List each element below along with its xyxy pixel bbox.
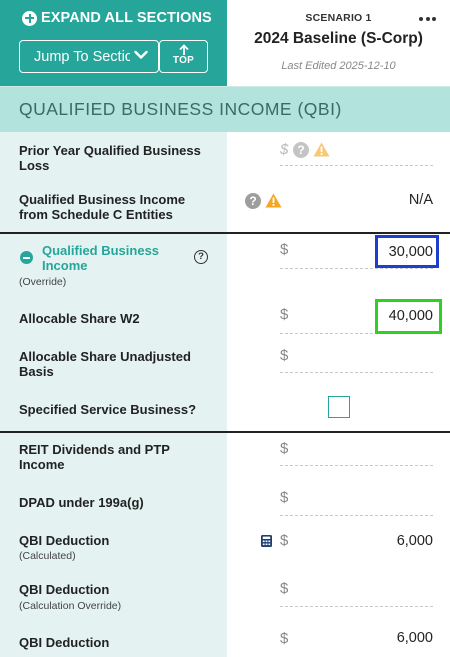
w2-currency: $ [280, 306, 289, 323]
header-toolbar: EXPAND ALL SECTIONS Jump To Section TOP [0, 0, 227, 86]
section-title: QUALIFIED BUSINESS INCOME (QBI) [19, 99, 342, 119]
calculator-icon [261, 535, 272, 547]
qbi-deduction-override-input[interactable] [280, 606, 433, 607]
qbi-deduction-calc-sublabel: (Calculated) [19, 550, 76, 562]
qbi-deduction-calc-value: 6,000 [396, 533, 433, 549]
qbi-deduction-override-currency: $ [280, 580, 289, 597]
jump-to-section-select[interactable]: Jump To Section [19, 40, 159, 73]
more-options-icon[interactable] [419, 17, 436, 21]
qbi-deduction-calc-currency: $ [280, 532, 289, 549]
qbi-schedule-c-value: N/A [408, 192, 433, 208]
prior-year-loss-field[interactable] [280, 165, 433, 166]
w2-input[interactable]: 40,000 [389, 308, 433, 324]
divider [0, 232, 450, 234]
help-outline-icon[interactable]: ? [194, 250, 208, 264]
qbi-label: Qualified Business Income [42, 243, 160, 273]
w2-label: Allocable Share W2 [19, 311, 140, 326]
divider [0, 431, 450, 433]
reit-input[interactable] [280, 465, 433, 466]
dpad-currency: $ [280, 489, 289, 506]
header: EXPAND ALL SECTIONS Jump To Section TOP … [0, 0, 450, 86]
top-button[interactable]: TOP [159, 40, 208, 73]
sstb-checkbox[interactable] [328, 396, 350, 418]
ubia-currency: $ [280, 347, 289, 364]
qbi-sublabel: (Override) [19, 276, 67, 288]
dpad-input[interactable] [280, 515, 433, 516]
qbi-deduction-value: 6,000 [396, 630, 433, 646]
ubia-label: Allocable Share Unadjusted Basis [19, 349, 191, 379]
plus-circle-icon [22, 10, 37, 26]
reit-label: REIT Dividends and PTP Income [19, 442, 170, 472]
qbi-currency: $ [280, 241, 289, 258]
jump-to-section-value: Jump To Section [34, 48, 130, 65]
prior-year-loss-currency: $ [280, 141, 289, 158]
qbi-field-underline [280, 268, 433, 269]
qbi-schedule-c-label: Qualified Business Income from Schedule … [19, 192, 186, 222]
reit-currency: $ [280, 440, 289, 457]
last-edited-text: Last Edited 2025-12-10 [281, 60, 396, 72]
qbi-input[interactable]: 30,000 [389, 244, 433, 260]
ubia-input[interactable] [280, 372, 433, 373]
expand-all-sections-button[interactable]: EXPAND ALL SECTIONS [22, 10, 212, 26]
scenario-name: 2024 Baseline (S-Corp) [254, 30, 423, 47]
top-button-label: TOP [172, 55, 195, 66]
help-icon[interactable]: ? [245, 193, 261, 209]
expand-all-label: EXPAND ALL SECTIONS [41, 10, 212, 26]
section-header-qbi[interactable]: QUALIFIED BUSINESS INCOME (QBI) [0, 86, 450, 132]
scenario-number: SCENARIO 1 [305, 12, 372, 24]
warning-icon[interactable] [313, 142, 330, 157]
chevron-down-icon [134, 50, 148, 59]
warning-icon[interactable] [265, 193, 282, 208]
help-icon[interactable]: ? [293, 142, 309, 158]
dpad-label: DPAD under 199a(g) [19, 495, 144, 510]
prior-year-loss-label: Prior Year Qualified Business Loss [19, 143, 201, 173]
scenario-header: SCENARIO 1 2024 Baseline (S-Corp) Last E… [227, 0, 450, 86]
collapse-minus-icon[interactable] [20, 251, 33, 264]
qbi-deduction-calc-label: QBI Deduction [19, 533, 110, 548]
qbi-deduction-currency: $ [280, 630, 289, 647]
sstb-label: Specified Service Business? [19, 402, 197, 417]
qbi-deduction-override-label: QBI Deduction [19, 582, 110, 597]
values-column [227, 132, 450, 657]
qbi-deduction-label: QBI Deduction [19, 635, 110, 650]
qbi-deduction-override-sublabel: (Calculation Override) [19, 600, 122, 612]
